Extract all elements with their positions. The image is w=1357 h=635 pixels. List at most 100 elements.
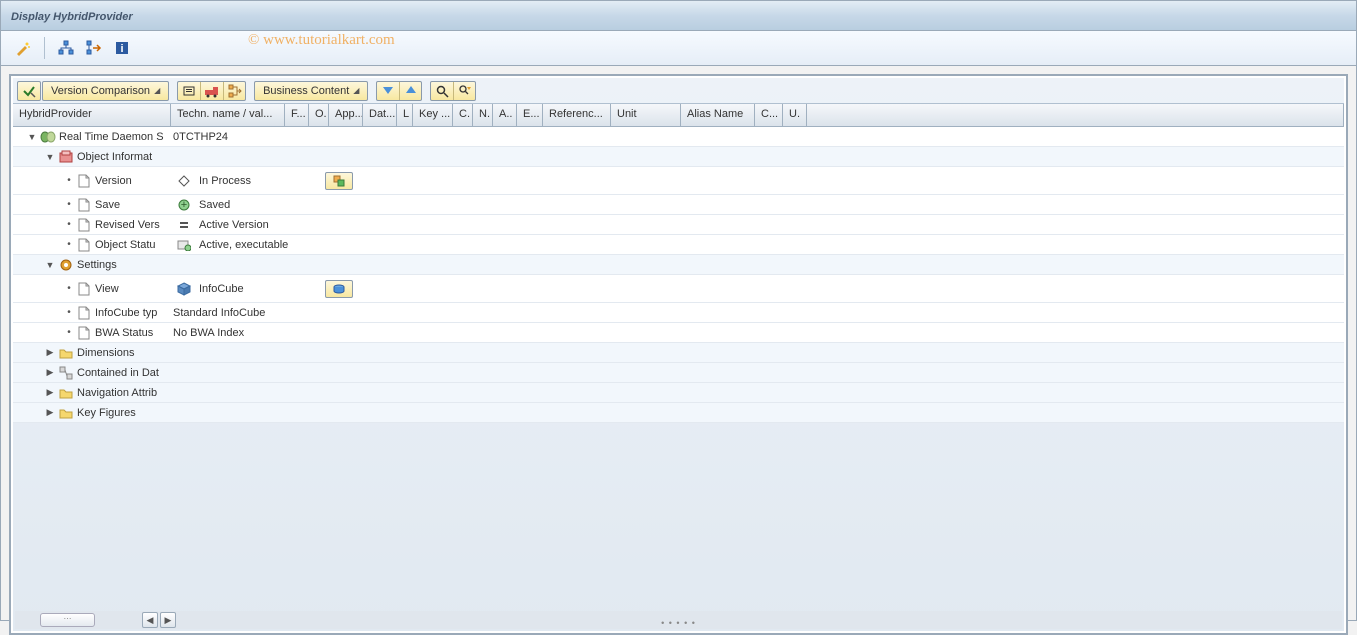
scroll-right-button[interactable]: ▶ [160,612,176,628]
active-icon [176,237,192,253]
document-icon [76,217,92,233]
bullet-icon: • [65,307,73,318]
version-comparison-button[interactable]: Version Comparison ◢ [42,81,169,101]
tree-object-info-row[interactable]: ▼ Object Informat [13,147,1344,167]
tree-view-row[interactable]: • View InfoCube [13,275,1344,303]
expand-collapse-group [376,81,422,101]
tree-object-status-row[interactable]: • Object Statu Active, executable [13,235,1344,255]
col-l[interactable]: L [397,104,413,126]
expand-icon[interactable]: ▶ [45,387,55,398]
tree-dimensions-row[interactable]: ▶ Dimensions [13,343,1344,363]
bullet-icon: • [65,327,73,338]
document-icon [76,173,92,189]
title-bar: Display HybridProvider [1,1,1356,31]
col-aliasname[interactable]: Alias Name [681,104,755,126]
hybridprovider-icon [40,129,56,145]
saved-icon: + [176,197,192,213]
col-e[interactable]: E... [517,104,543,126]
tree-body: ▼ Real Time Daemon S 0TCTHP24 ▼ Obj [13,127,1344,423]
tree-infocube-type-row[interactable]: • InfoCube typ Standard InfoCube [13,303,1344,323]
find-group [430,81,476,101]
dataflow-icon [58,365,74,381]
bullet-icon: • [65,219,73,230]
col-filler [807,104,1344,126]
expand-icon[interactable]: ▶ [45,367,55,378]
folder-icon [58,385,74,401]
col-dat[interactable]: Dat... [363,104,397,126]
find-button[interactable] [431,82,453,100]
page-title: Display HybridProvider [11,11,133,23]
tree-nav-attr-row[interactable]: ▶ Navigation Attrib [13,383,1344,403]
col-o[interactable]: O. [309,104,329,126]
object-info-icon [58,149,74,165]
find-next-button[interactable] [453,82,475,100]
col-a[interactable]: A.. [493,104,517,126]
app-toolbar: i [1,31,1356,66]
col-reference[interactable]: Referenc... [543,104,611,126]
scroll-left-button[interactable]: ◀ [142,612,158,628]
collapse-button[interactable] [399,82,421,100]
where-used-button[interactable] [223,82,245,100]
col-unit[interactable]: Unit [611,104,681,126]
tree-contained-row[interactable]: ▶ Contained in Dat [13,363,1344,383]
folder-icon [58,405,74,421]
document-icon [76,305,92,321]
col-u[interactable]: U. [783,104,807,126]
bullet-icon: • [65,283,73,294]
collapse-icon[interactable]: ▼ [45,260,55,270]
horizontal-scrollbar: ⋯ ◀ ▶ • • • • • [15,611,1342,629]
tree-save-row[interactable]: • Save + Saved [13,195,1344,215]
col-n[interactable]: N. [473,104,493,126]
hierarchy-blue-icon[interactable] [56,38,76,58]
transport-button[interactable] [200,82,223,100]
dropdown-icon: ◢ [353,86,359,95]
col-hybridprovider[interactable]: HybridProvider [13,104,171,126]
col-key[interactable]: Key ... [413,104,453,126]
nav-button-group [177,81,246,101]
bullet-icon: • [65,239,73,250]
display-button[interactable] [178,82,200,100]
equals-icon [176,217,192,233]
splitter-handle[interactable]: ⋯ [40,613,95,627]
check-button[interactable] [17,81,41,101]
content-frame: Version Comparison ◢ Business Content ◢ [9,74,1348,635]
expand-icon[interactable]: ▶ [45,407,55,418]
collapse-icon[interactable]: ▼ [45,152,55,162]
dropdown-icon: ◢ [154,86,160,95]
col-technname[interactable]: Techn. name / val... [171,104,285,126]
wand-icon[interactable] [13,38,33,58]
document-icon [76,281,92,297]
view-action-button[interactable] [325,280,353,298]
col-c[interactable]: C. [453,104,473,126]
tree-key-figures-row[interactable]: ▶ Key Figures [13,403,1344,423]
col-app[interactable]: App... [329,104,363,126]
col-f[interactable]: F... [285,104,309,126]
content-toolbar: Version Comparison ◢ Business Content ◢ [13,78,1344,104]
tree-revised-row[interactable]: • Revised Vers Active Version [13,215,1344,235]
tree-root-row[interactable]: ▼ Real Time Daemon S 0TCTHP24 [13,127,1344,147]
column-headers: HybridProvider Techn. name / val... F...… [13,104,1344,127]
folder-icon [58,345,74,361]
tree-version-row[interactable]: • Version In Process [13,167,1344,195]
tree-bwa-row[interactable]: • BWA Status No BWA Index [13,323,1344,343]
svg-text:+: + [181,199,187,211]
version-action-button[interactable] [325,172,353,190]
business-content-button[interactable]: Business Content ◢ [254,81,368,101]
bullet-icon: • [65,175,73,186]
document-icon [76,325,92,341]
info-icon[interactable]: i [112,38,132,58]
bullet-icon: • [65,199,73,210]
collapse-icon[interactable]: ▼ [27,132,37,142]
resize-dots-icon: • • • • • [661,618,696,628]
tree-settings-row[interactable]: ▼ Settings [13,255,1344,275]
col-c2[interactable]: C... [755,104,783,126]
hierarchy-arrow-icon[interactable] [84,38,104,58]
expand-button[interactable] [377,82,399,100]
expand-icon[interactable]: ▶ [45,347,55,358]
svg-text:i: i [120,43,123,55]
document-icon [76,197,92,213]
diamond-icon [176,173,192,189]
settings-icon [58,257,74,273]
document-icon [76,237,92,253]
infocube-icon [176,281,192,297]
